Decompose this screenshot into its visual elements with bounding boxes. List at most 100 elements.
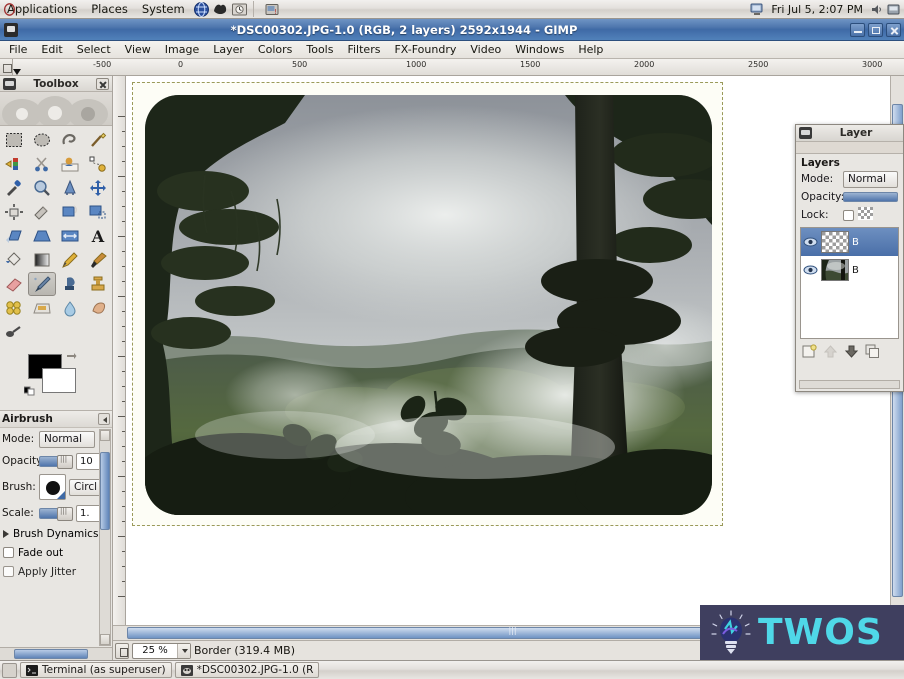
navigation-icon[interactable] [115,642,129,659]
screenshot-icon[interactable]: ! [264,1,281,18]
menu-system[interactable]: System [135,0,192,19]
web-browser-icon[interactable] [193,1,210,18]
blur-sharpen-icon[interactable] [56,296,84,320]
layers-mode-combo[interactable]: Normal [843,170,898,188]
menu-view[interactable]: View [118,41,158,59]
layer-row[interactable]: B [801,228,898,256]
horizontal-ruler[interactable]: -500 0 500 1000 1500 2000 2500 3000 [13,59,904,76]
flip-icon[interactable] [56,224,84,248]
taskbar-item-gimp[interactable]: *DSC00302.JPG-1.0 (R [174,662,320,678]
menu-layer[interactable]: Layer [206,41,251,59]
tool-options-vscrollbar[interactable] [99,429,111,646]
layer-name[interactable]: B [852,265,859,276]
toolbox-close-button[interactable] [96,77,109,90]
scale-icon[interactable] [84,200,112,224]
minimize-button[interactable] [850,22,865,37]
lock-alpha-checkbox[interactable] [843,209,854,221]
free-select-icon[interactable] [56,128,84,152]
volume-icon[interactable] [869,2,884,17]
lock-alpha-icon[interactable] [858,207,873,223]
eye-icon[interactable] [803,235,818,249]
layers-dock-menu-icon[interactable] [799,127,812,139]
reset-colors-icon[interactable] [24,384,36,396]
window-title-bar[interactable]: *DSC00302.JPG-1.0 (RGB, 2 layers) 2592x1… [0,19,904,41]
clone-icon[interactable] [84,272,112,296]
heal-icon[interactable] [0,296,28,320]
close-button[interactable] [886,22,901,37]
menu-places[interactable]: Places [84,0,135,19]
measure-icon[interactable] [56,176,84,200]
raise-layer-icon[interactable] [823,344,838,359]
menu-video[interactable]: Video [463,41,508,59]
menu-filters[interactable]: Filters [340,41,387,59]
select-by-color-icon[interactable] [0,152,28,176]
ellipse-select-icon[interactable] [28,128,56,152]
menu-file[interactable]: File [2,41,34,59]
opacity-slider[interactable] [39,454,73,469]
bucket-fill-icon[interactable] [0,248,28,272]
scale-slider[interactable] [39,506,73,521]
tool-options-menu-button[interactable] [98,413,110,425]
maximize-button[interactable] [868,22,883,37]
fade-out-row[interactable]: Fade out [0,543,112,562]
tool-options-hscrollbar[interactable] [0,647,112,660]
fade-out-checkbox[interactable] [3,547,14,558]
text-icon[interactable]: A [84,224,112,248]
menu-help[interactable]: Help [571,41,610,59]
layer-name[interactable]: B [852,237,859,248]
eye-icon[interactable] [803,263,818,277]
menu-colors[interactable]: Colors [251,41,299,59]
menu-image[interactable]: Image [158,41,206,59]
paintbrush-icon[interactable] [84,248,112,272]
apply-jitter-row[interactable]: Apply Jitter [0,562,112,581]
apply-jitter-checkbox[interactable] [3,566,14,577]
gradient-icon[interactable] [28,248,56,272]
menu-tools[interactable]: Tools [299,41,340,59]
new-layer-icon[interactable] [802,344,817,359]
lower-layer-icon[interactable] [844,344,859,359]
ruler-origin-button[interactable] [0,59,13,76]
background-color-swatch[interactable] [42,368,76,393]
dodge-burn-icon[interactable] [0,320,28,344]
email-icon[interactable] [212,1,229,18]
image-canvas[interactable] [126,76,890,625]
rect-select-icon[interactable] [0,128,28,152]
menu-fx-foundry[interactable]: FX-Foundry [387,41,463,59]
toolbox-menu-icon[interactable] [3,77,16,90]
scissors-select-icon[interactable] [28,152,56,176]
menu-edit[interactable]: Edit [34,41,69,59]
brush-combo[interactable]: Circl [69,478,101,496]
eraser-icon[interactable] [0,272,28,296]
help-icon[interactable] [231,1,248,18]
mode-combo[interactable]: Normal [39,430,95,448]
crop-icon[interactable] [28,200,56,224]
color-picker-icon[interactable] [0,176,28,200]
taskbar-item-terminal[interactable]: Terminal (as superuser) [20,662,172,678]
rotate-icon[interactable] [56,200,84,224]
clock[interactable]: Fri Jul 5, 2:07 PM [766,3,868,16]
layer-row[interactable]: B [801,256,898,284]
foreground-select-icon[interactable] [56,152,84,176]
fuzzy-select-icon[interactable] [84,128,112,152]
smudge-icon[interactable] [84,296,112,320]
duplicate-layer-icon[interactable] [865,344,880,359]
zoom-icon[interactable] [28,176,56,200]
zoom-value[interactable]: 25 % [133,645,177,656]
move-icon[interactable] [84,176,112,200]
perspective-icon[interactable] [28,224,56,248]
display-icon[interactable] [750,2,765,17]
paths-icon[interactable] [84,152,112,176]
layers-dock-hscrollbar[interactable] [799,380,900,389]
show-desktop-icon[interactable] [2,662,17,678]
layers-dock-tabstrip[interactable] [796,142,903,154]
brush-preview[interactable] [39,474,66,500]
menu-windows[interactable]: Windows [508,41,571,59]
zoom-combo[interactable]: 25 % [132,642,191,659]
brush-dynamics-expander[interactable]: Brush Dynamics [0,524,112,543]
swap-colors-icon[interactable] [66,351,77,362]
ink-icon[interactable] [56,272,84,296]
layers-list[interactable]: B B [800,227,899,339]
alignment-icon[interactable] [0,200,28,224]
network-icon[interactable] [886,2,901,17]
shear-icon[interactable] [0,224,28,248]
